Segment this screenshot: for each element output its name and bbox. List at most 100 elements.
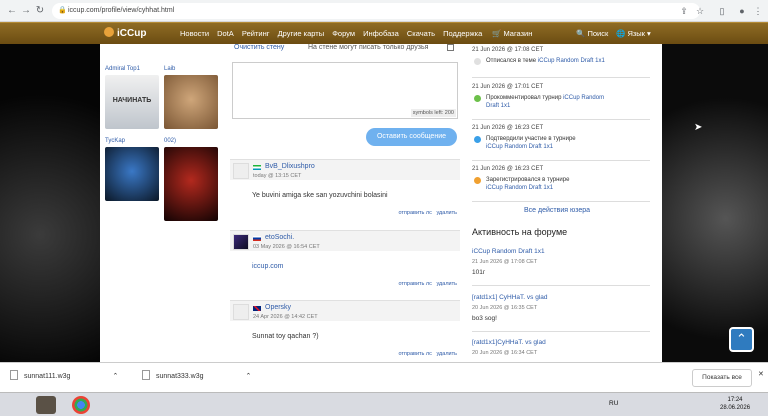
menu-forum[interactable]: Форум [332,29,355,38]
menu-infobase[interactable]: Инфобаза [363,29,399,38]
browser-bar: ← → ↻ 🔒 iccup.com/profile/view/cyhhat.ht… [0,0,768,22]
send-message-button[interactable]: Оставить сообщение [366,128,457,146]
friend-avatar[interactable] [105,147,159,201]
file-icon [10,370,18,380]
star-icon[interactable]: ☆ [694,5,706,17]
reply-link[interactable]: отправить лс [398,281,431,287]
forum-topic-title[interactable]: [ratd1x1] CyHHaT. vs glad [472,294,650,301]
forum-topic-title[interactable]: iCCup Random Draft 1x1 [472,248,650,255]
friend-name[interactable]: Laib [164,66,220,72]
comment-header: Opersky 24 Apr 2026 @ 14:42 CET [230,300,460,321]
back-icon[interactable]: ← [6,5,18,17]
symbols-left: symbols left: 200 [410,109,456,117]
friend-avatar[interactable] [164,75,218,129]
menu-download[interactable]: Скачать [407,29,435,38]
menu-support[interactable]: Поддержка [443,29,482,38]
reload-icon[interactable]: ↻ [34,5,46,17]
friend-name[interactable]: 002) [164,138,220,144]
friends-only-checkbox[interactable] [447,44,454,51]
taskbar: RU 17:24 28.06.2026 [0,392,768,416]
share-icon[interactable]: ⇪ [678,5,690,17]
chrome-icon[interactable] [72,396,90,414]
address-bar[interactable]: 🔒 iccup.com/profile/view/cyhhat.html [52,3,700,19]
forum-topic-title[interactable]: [ratd1x1]CyHHaT. vs glad [472,339,650,346]
comment-avatar[interactable] [233,163,249,179]
close-icon[interactable]: ✕ [758,370,764,378]
profile-icon[interactable]: ● [736,5,748,17]
download-item[interactable]: sunnat111.w3g ⌃ [10,370,118,380]
activity-date: 21 Jun 2026 @ 17:01 CET [472,84,544,90]
friend-card[interactable]: TycKap [105,138,161,201]
chevron-up-icon[interactable]: ⌃ [245,373,251,380]
menu-other-maps[interactable]: Другие карты [278,29,325,38]
menu-rating[interactable]: Рейтинг [242,29,270,38]
comment-text[interactable]: iccup.com [252,263,284,270]
comment-date: today @ 13:15 CET [253,173,302,179]
chevron-up-icon[interactable]: ⌃ [112,373,118,380]
comment-avatar[interactable] [233,304,249,320]
activity-text: Зарегистрировался в турнире iCCup Random … [486,177,570,191]
friend-card[interactable]: 002) [164,138,220,221]
tray-lang[interactable]: RU [609,400,618,407]
site-logo[interactable]: iCCup [104,27,146,39]
comment-user[interactable]: Opersky [265,304,291,311]
friend-card[interactable]: Admiral Top1 НАЧИНАТЬ [105,66,161,129]
app-icon[interactable] [36,396,56,414]
shop-link[interactable]: 🛒 Магазин [492,29,532,38]
language-select[interactable]: 🌐 Язык ▾ [616,29,651,38]
forum-topic-text: bo3 sog! [472,315,497,322]
comment-text: Ye buvini amiga ske san yozuvchini bolas… [252,192,388,199]
reply-link[interactable]: отправить лс [398,351,431,357]
forum-activity-title: Активность на форуме [472,227,568,237]
activity-link[interactable]: iCCup Random Draft 1x1 [486,185,553,191]
menu-icon[interactable]: ⋮ [752,5,764,17]
clock[interactable]: 17:24 28.06.2026 [720,396,750,412]
activity-text: Прокомментировал турнир iCCup Random Dra… [486,95,605,109]
menu-dota[interactable]: DotA [217,29,234,38]
friend-name[interactable]: Admiral Top1 [105,66,161,72]
download-item[interactable]: sunnat333.w3g ⌃ [142,370,251,380]
scroll-top-button[interactable]: ⌃ [729,327,754,352]
lock-icon: 🔒 [58,7,67,14]
forum-topic-text: 101г [472,269,486,276]
wall-comment: Opersky 24 Apr 2026 @ 14:42 CET Sunnat t… [230,300,460,357]
flag-icon [253,165,261,170]
activity-date: 21 Jun 2026 @ 16:23 CET [472,125,544,131]
activity-link[interactable]: iCCup Random Draft 1x1 [538,58,605,64]
forum-topic: [ratd1x1] CyHHaT. vs glad 20 Jun 2026 @ … [472,294,650,332]
friend-avatar[interactable] [164,147,218,221]
wall-comment: BvB_Dlixushpro today @ 13:15 CET Ye buvi… [230,159,460,216]
file-icon [142,370,150,380]
activity-link[interactable]: iCCup Random Draft 1x1 [486,144,553,150]
comment-user[interactable]: BvB_Dlixushpro [265,163,315,170]
friend-card[interactable]: Laib [164,66,220,129]
show-all-button[interactable]: Показать все [692,369,752,387]
comment-actions: отправить лс удалить [398,281,457,287]
activity-date: 21 Jun 2026 @ 16:23 CET [472,166,544,172]
comment-avatar[interactable] [233,234,249,250]
delete-link[interactable]: удалить [436,351,457,357]
background-left [0,44,100,362]
comment-user[interactable]: etoSochi. [265,234,294,241]
friend-avatar[interactable]: НАЧИНАТЬ [105,75,159,129]
menu-news[interactable]: Новости [180,29,209,38]
forum-topic: [ratd1x1]CyHHaT. vs glad 20 Jun 2026 @ 1… [472,339,650,361]
wall-comment: etoSochi. 03 May 2026 @ 16:54 CET iccup.… [230,230,460,287]
reply-link[interactable]: отправить лс [398,210,431,216]
forum-topic-date: 20 Jun 2026 @ 16:34 CET [472,350,538,356]
delete-link[interactable]: удалить [436,210,457,216]
sidebar-icon[interactable]: ▯ [716,5,728,17]
flag-icon [253,306,261,311]
friend-name[interactable]: TycKap [105,138,161,144]
activity-text: Подтвердили участие в турнире iCCup Rando… [486,136,576,150]
clear-wall-link[interactable]: Очистить стену [234,44,284,51]
activity-date: 21 Jun 2026 @ 17:08 CET [472,47,544,53]
forward-icon[interactable]: → [20,5,32,17]
search-link[interactable]: 🔍 Поиск [576,29,608,38]
all-actions-link[interactable]: Все действия юзера [524,207,590,214]
message-textarea[interactable]: symbols left: 200 [232,62,458,119]
forum-topic-date: 20 Jun 2026 @ 16:35 CET [472,305,538,311]
delete-link[interactable]: удалить [436,281,457,287]
forum-topic: iCCup Random Draft 1x1 21 Jun 2026 @ 17:… [472,248,650,286]
profile-content: Admiral Top1 НАЧИНАТЬ Laib TycKap 002) О… [100,44,662,362]
